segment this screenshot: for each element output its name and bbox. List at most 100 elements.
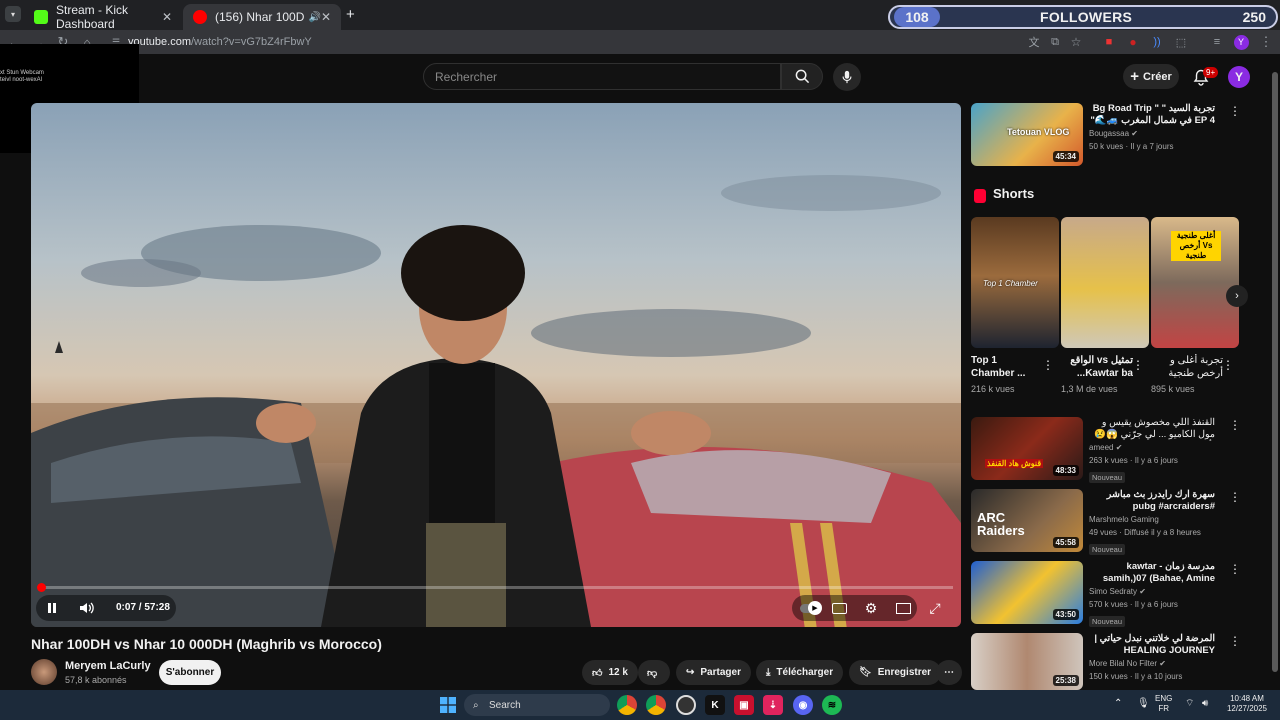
related-video-info[interactable]: مدرسة زمان - kawtar samih,)07 (Bahae, Am… [1089, 561, 1215, 629]
channel-label: Bougassaa [1089, 129, 1130, 138]
video-duration: 48:33 [1052, 465, 1079, 476]
fullscreen-button[interactable]: ⤢ [923, 598, 947, 618]
related-thumbnail[interactable]: 25:38 [971, 633, 1083, 690]
page-scrollbar[interactable] [1270, 60, 1280, 688]
related-thumbnail[interactable]: Tetouan VLOG 45:34 [971, 103, 1083, 166]
related-video-info[interactable]: سهرة ارك رايدرز بث مباشر #pubg #arcraide… [1089, 489, 1215, 557]
extension-record-icon[interactable]: ● [1124, 33, 1142, 51]
short-thumbnail[interactable]: Top 1 Chamber [971, 217, 1059, 348]
tab-kick-dashboard[interactable]: Stream - Kick Dashboard ✕ [24, 3, 182, 31]
address-bar[interactable]: ☰ youtube.com/watch?v=vG7bZ4rFbwY [110, 33, 1010, 51]
spotify-icon[interactable]: ≋ [822, 695, 842, 715]
video-player[interactable] [31, 103, 961, 627]
subscribe-button[interactable]: S'abonner [159, 660, 221, 685]
autoplay-toggle[interactable]: ▶ [798, 598, 822, 618]
lang-bottom: FR [1158, 704, 1169, 713]
browser-menu-icon[interactable]: ⋮ [1257, 33, 1275, 51]
account-avatar[interactable]: Y [1228, 66, 1250, 88]
more-options-icon[interactable]: ⋮ [1229, 490, 1241, 504]
clock[interactable]: 10:48 AM 12/27/2025 [1222, 694, 1272, 714]
video-title: Nhar 100DH vs Nhar 10 000DH (Maghrib vs … [31, 636, 382, 652]
bookmark-star-icon[interactable]: ☆ [1067, 33, 1085, 51]
like-button[interactable]: 👍︎ 12 k [582, 660, 638, 685]
short-info[interactable]: تمثيل vs الواقع Kawtar ba... 1,3 M de vu… [1061, 354, 1133, 394]
volume-button[interactable] [75, 598, 99, 618]
windows-start-icon[interactable] [438, 695, 458, 715]
share-button[interactable]: ↪ Partager [676, 660, 751, 685]
taskbar-search[interactable]: ⌕ Search [464, 694, 610, 716]
followers-label: FOLLOWERS [1040, 9, 1133, 25]
youtube-favicon-icon [193, 10, 207, 24]
install-app-icon[interactable]: ⧉ [1046, 33, 1064, 51]
clock-date: 12/27/2025 [1226, 704, 1268, 713]
kick-app-icon[interactable]: K [705, 695, 725, 715]
related-thumbnail[interactable]: ARC Raiders 45:58 [971, 489, 1083, 552]
tray-overflow-icon[interactable]: ⌃ [1114, 699, 1122, 709]
theater-mode-button[interactable] [891, 598, 915, 618]
profile-avatar-icon[interactable]: Y [1232, 33, 1250, 51]
extension-audio-icon[interactable]: )) [1148, 33, 1166, 51]
short-views: 1,3 M de vues [1061, 384, 1118, 394]
short-info[interactable]: تجربة أغلى و أرخص طنجية في... 895 k vues [1151, 354, 1223, 394]
speaker-icon[interactable]: 🔊 [308, 12, 320, 23]
voice-search-button[interactable] [833, 63, 861, 91]
related-video-info[interactable]: تجربة السيد " Bg Road Trip " EP 4 في شما… [1089, 103, 1215, 153]
related-thumbnail[interactable]: قنوش هاد القنفذ 48:33 [971, 417, 1083, 480]
more-options-icon[interactable]: ⋮ [1222, 358, 1234, 372]
search-icon [795, 69, 809, 84]
scrubber-handle[interactable] [37, 583, 46, 592]
more-horizontal-icon: ⋯ [944, 667, 954, 678]
dislike-button[interactable]: 👎︎ [638, 660, 670, 685]
create-label: Créer [1143, 70, 1172, 83]
chrome-profile-icon[interactable] [646, 695, 666, 715]
microphone-tray-icon[interactable]: 🎙︎ [1137, 699, 1150, 709]
discord-icon[interactable]: ◉ [793, 695, 813, 715]
tab-youtube-video[interactable]: (156) Nhar 100DH vs Nhar 🔊 ✕ [183, 4, 341, 30]
close-icon[interactable]: ✕ [162, 10, 172, 24]
app-pink-icon[interactable]: ⇣ [763, 695, 783, 715]
save-button[interactable]: 🔖︎ Enregistrer [849, 660, 942, 685]
pause-button[interactable] [40, 598, 64, 618]
reading-list-icon[interactable]: ≡ [1208, 33, 1226, 51]
volume-tray-icon[interactable]: 🔊︎ [1202, 699, 1208, 709]
more-actions-button[interactable]: ⋯ [936, 660, 962, 685]
related-video-info[interactable]: القنفذ اللي مخصوش يقيس و مول الكاميو ...… [1089, 417, 1215, 485]
chrome-icon[interactable] [617, 695, 637, 715]
channel-label: Simo Sedraty [1089, 587, 1138, 596]
short-info[interactable]: Top 1 Chamber ... 216 k vues [971, 354, 1043, 394]
more-options-icon[interactable]: ⋮ [1042, 358, 1054, 372]
search-input[interactable]: Rechercher [423, 63, 781, 90]
related-thumbnail[interactable]: 43:50 [971, 561, 1083, 624]
subtitles-button[interactable] [827, 598, 851, 618]
extension-red-icon[interactable]: ■ [1100, 33, 1118, 51]
short-thumbnail[interactable] [1061, 217, 1149, 348]
channel-avatar[interactable] [31, 659, 57, 685]
more-options-icon[interactable]: ⋮ [1229, 562, 1241, 576]
more-options-icon[interactable]: ⋮ [1229, 418, 1241, 432]
create-button[interactable]: + Créer [1123, 64, 1179, 89]
close-icon[interactable]: ✕ [321, 10, 331, 24]
more-options-icon[interactable]: ⋮ [1132, 358, 1144, 372]
channel-name[interactable]: Meryem LaCurly [65, 660, 151, 672]
translate-icon[interactable]: 文 [1025, 33, 1043, 51]
language-indicator[interactable]: ENG FR [1155, 694, 1172, 714]
wifi-icon[interactable]: ⌔ [1185, 699, 1194, 709]
video-frame-illustration [31, 175, 961, 627]
channel-label: More Bilal No Filter [1089, 659, 1158, 668]
related-video-info[interactable]: المرضة لي خلاتني نبدل حياتي | HEALING JO… [1089, 633, 1215, 683]
download-button[interactable]: ⤓ Télécharger [756, 660, 844, 685]
short-thumbnail[interactable]: أغلى طنجية Vs أرخص طنجية [1151, 217, 1239, 348]
scrollbar-thumb[interactable] [1272, 72, 1278, 672]
tab-search-icon[interactable]: ▾ [5, 6, 21, 22]
settings-button[interactable]: ⚙ [859, 598, 883, 618]
extensions-puzzle-icon[interactable]: ⬚ [1172, 33, 1190, 51]
video-progress-bar[interactable] [41, 586, 953, 589]
short-views: 895 k vues [1151, 384, 1195, 394]
search-button[interactable] [781, 63, 823, 90]
new-tab-button[interactable]: + [346, 6, 355, 23]
obs-icon[interactable] [676, 695, 696, 715]
shorts-next-button[interactable]: › [1226, 285, 1248, 307]
more-options-icon[interactable]: ⋮ [1229, 634, 1241, 648]
app-red-icon[interactable]: ▣ [734, 695, 754, 715]
more-options-icon[interactable]: ⋮ [1229, 104, 1241, 118]
